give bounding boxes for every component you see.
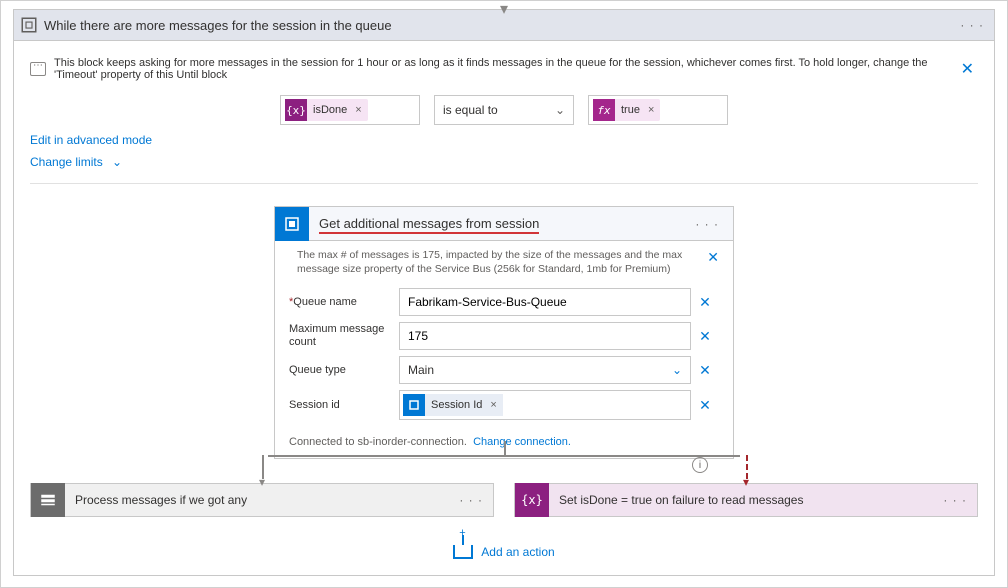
session-id-input[interactable]: Session Id × [399,390,691,420]
session-id-token: Session Id [425,399,488,411]
session-id-label: Session id [289,399,389,412]
set-isdone-menu-button[interactable]: · · · [933,493,977,507]
queue-type-value: Main [408,363,434,377]
until-hint-row: This block keeps asking for more message… [30,51,978,91]
expression-token-icon: fx [593,99,615,121]
add-step-icon [453,545,473,559]
set-isdone-title: Set isDone = true on failure to read mes… [549,493,933,507]
variable-token-icon: {x} [285,99,307,121]
incoming-arrow: ▾ [500,0,508,19]
process-messages-menu-button[interactable]: · · · [449,493,493,507]
queue-name-input[interactable] [399,288,691,316]
remove-session-token-button[interactable]: × [488,399,502,411]
remove-right-token-button[interactable]: × [646,104,660,116]
chevron-down-icon: ⌄ [112,155,122,169]
session-id-clear-button[interactable]: ✕ [691,397,719,414]
change-limits-link[interactable]: Change limits ⌄ [30,155,122,169]
condition-left-token: isDone [307,104,353,116]
queue-name-clear-button[interactable]: ✕ [691,294,719,311]
info-icon[interactable]: i [692,457,708,473]
queue-type-clear-button[interactable]: ✕ [691,362,719,379]
until-loop-title: While there are more messages for the se… [44,18,950,33]
get-messages-hint-close-button[interactable]: ✕ [707,249,719,266]
max-count-clear-button[interactable]: ✕ [691,328,719,345]
max-count-input[interactable] [399,322,691,350]
condition-operator-text: is equal to [443,103,498,117]
until-menu-button[interactable]: · · · [950,18,994,32]
change-connection-link[interactable]: Change connection. [473,436,571,448]
edit-advanced-link[interactable]: Edit in advanced mode [30,133,152,147]
variable-icon: {x} [515,483,549,517]
max-count-label: Maximum message count [289,323,389,349]
get-messages-hint: The max # of messages is 175, impacted b… [297,249,699,276]
scope-icon [31,483,65,517]
condition-operator-select[interactable]: is equal to ⌄ [434,95,574,125]
get-messages-action-card: Get additional messages from session · ·… [274,206,734,459]
queue-name-label: *Queue name [289,296,389,309]
condition-right-token: true [615,104,646,116]
until-hint-close-button[interactable]: ✕ [957,59,978,79]
process-messages-title: Process messages if we got any [65,493,449,507]
comment-icon [30,62,46,76]
add-action-button[interactable]: Add an action [30,545,978,559]
condition-left-operand[interactable]: {x} isDone × [280,95,420,125]
remove-left-token-button[interactable]: × [353,104,367,116]
get-messages-menu-button[interactable]: · · · [685,217,729,231]
chevron-down-icon: ⌄ [555,103,565,117]
get-messages-title: Get additional messages from session [309,216,685,231]
queue-type-select[interactable]: Main ⌄ [399,356,691,384]
add-action-label: Add an action [481,545,554,559]
arrow-down-icon: ▾ [259,475,265,489]
get-messages-header[interactable]: Get additional messages from session · ·… [275,207,733,241]
chevron-down-icon: ⌄ [672,363,682,377]
service-bus-small-icon [403,394,425,416]
service-bus-icon [275,207,309,241]
arrow-down-fail-icon: ▾ [743,475,749,489]
condition-right-operand[interactable]: fx true × [588,95,728,125]
loop-icon [14,10,44,40]
change-limits-text: Change limits [30,155,103,169]
until-condition: {x} isDone × is equal to ⌄ fx true × [30,95,978,125]
queue-type-label: Queue type [289,364,389,377]
until-hint-text: This block keeps asking for more message… [54,57,949,81]
